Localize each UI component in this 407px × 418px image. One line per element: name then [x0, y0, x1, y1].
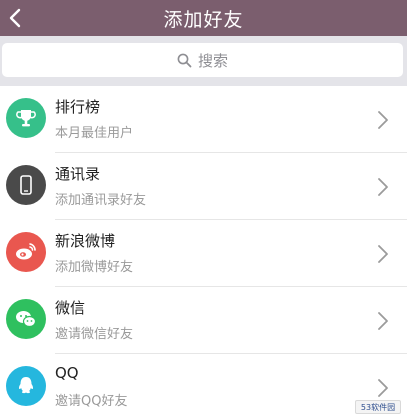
- weibo-icon: [16, 243, 36, 260]
- chevron-right-icon: [378, 312, 388, 330]
- list-item-title: 排行榜: [55, 98, 101, 116]
- list-item-contacts[interactable]: 通讯录 添加通讯录好友: [0, 153, 407, 220]
- list-item-subtitle: 邀请QQ好友: [55, 394, 128, 409]
- list-item-leaderboard[interactable]: 排行榜 本月最佳用户: [0, 86, 407, 153]
- qq-icon: [18, 377, 34, 394]
- chevron-left-icon: [9, 8, 21, 28]
- search-input[interactable]: 搜索: [2, 43, 403, 77]
- list-item-title: 通讯录: [55, 165, 101, 183]
- list-item-wechat[interactable]: 微信 邀请微信好友: [0, 287, 407, 354]
- phone-icon: [20, 175, 32, 195]
- friend-source-list: 排行榜 本月最佳用户 通讯录 添加通讯录好友 新浪微博 添加微博好友 微信 邀请…: [0, 86, 407, 418]
- list-item-title: 微信: [55, 299, 86, 317]
- search-placeholder: 搜索: [197, 51, 228, 70]
- nav-bar: 添加好友: [0, 0, 407, 36]
- page-title: 添加好友: [163, 8, 244, 31]
- list-item-title: 新浪微博: [55, 232, 116, 250]
- back-button[interactable]: [2, 0, 28, 36]
- chevron-right-icon: [378, 178, 388, 196]
- wechat-icon: [16, 311, 37, 328]
- qq-avatar: [6, 366, 46, 406]
- list-item-weibo[interactable]: 新浪微博 添加微博好友: [0, 220, 407, 287]
- contacts-avatar: [6, 165, 46, 205]
- leaderboard-avatar: [6, 98, 46, 138]
- wechat-avatar: [6, 299, 46, 339]
- watermark: 53软件园: [355, 400, 401, 414]
- chevron-right-icon: [378, 245, 388, 263]
- chevron-right-icon: [378, 111, 388, 129]
- list-item-subtitle: 本月最佳用户: [55, 126, 134, 141]
- search-bar: 搜索: [0, 36, 407, 86]
- list-item-subtitle: 添加通讯录好友: [55, 193, 147, 208]
- list-item-title: QQ: [55, 364, 79, 382]
- list-item-subtitle: 添加微博好友: [55, 260, 134, 275]
- chevron-right-icon: [378, 379, 388, 397]
- weibo-avatar: [6, 232, 46, 272]
- search-icon: [177, 53, 192, 67]
- list-item-subtitle: 邀请微信好友: [55, 327, 134, 342]
- trophy-icon: [16, 110, 36, 127]
- list-item-qq[interactable]: QQ 邀请QQ好友: [0, 354, 407, 418]
